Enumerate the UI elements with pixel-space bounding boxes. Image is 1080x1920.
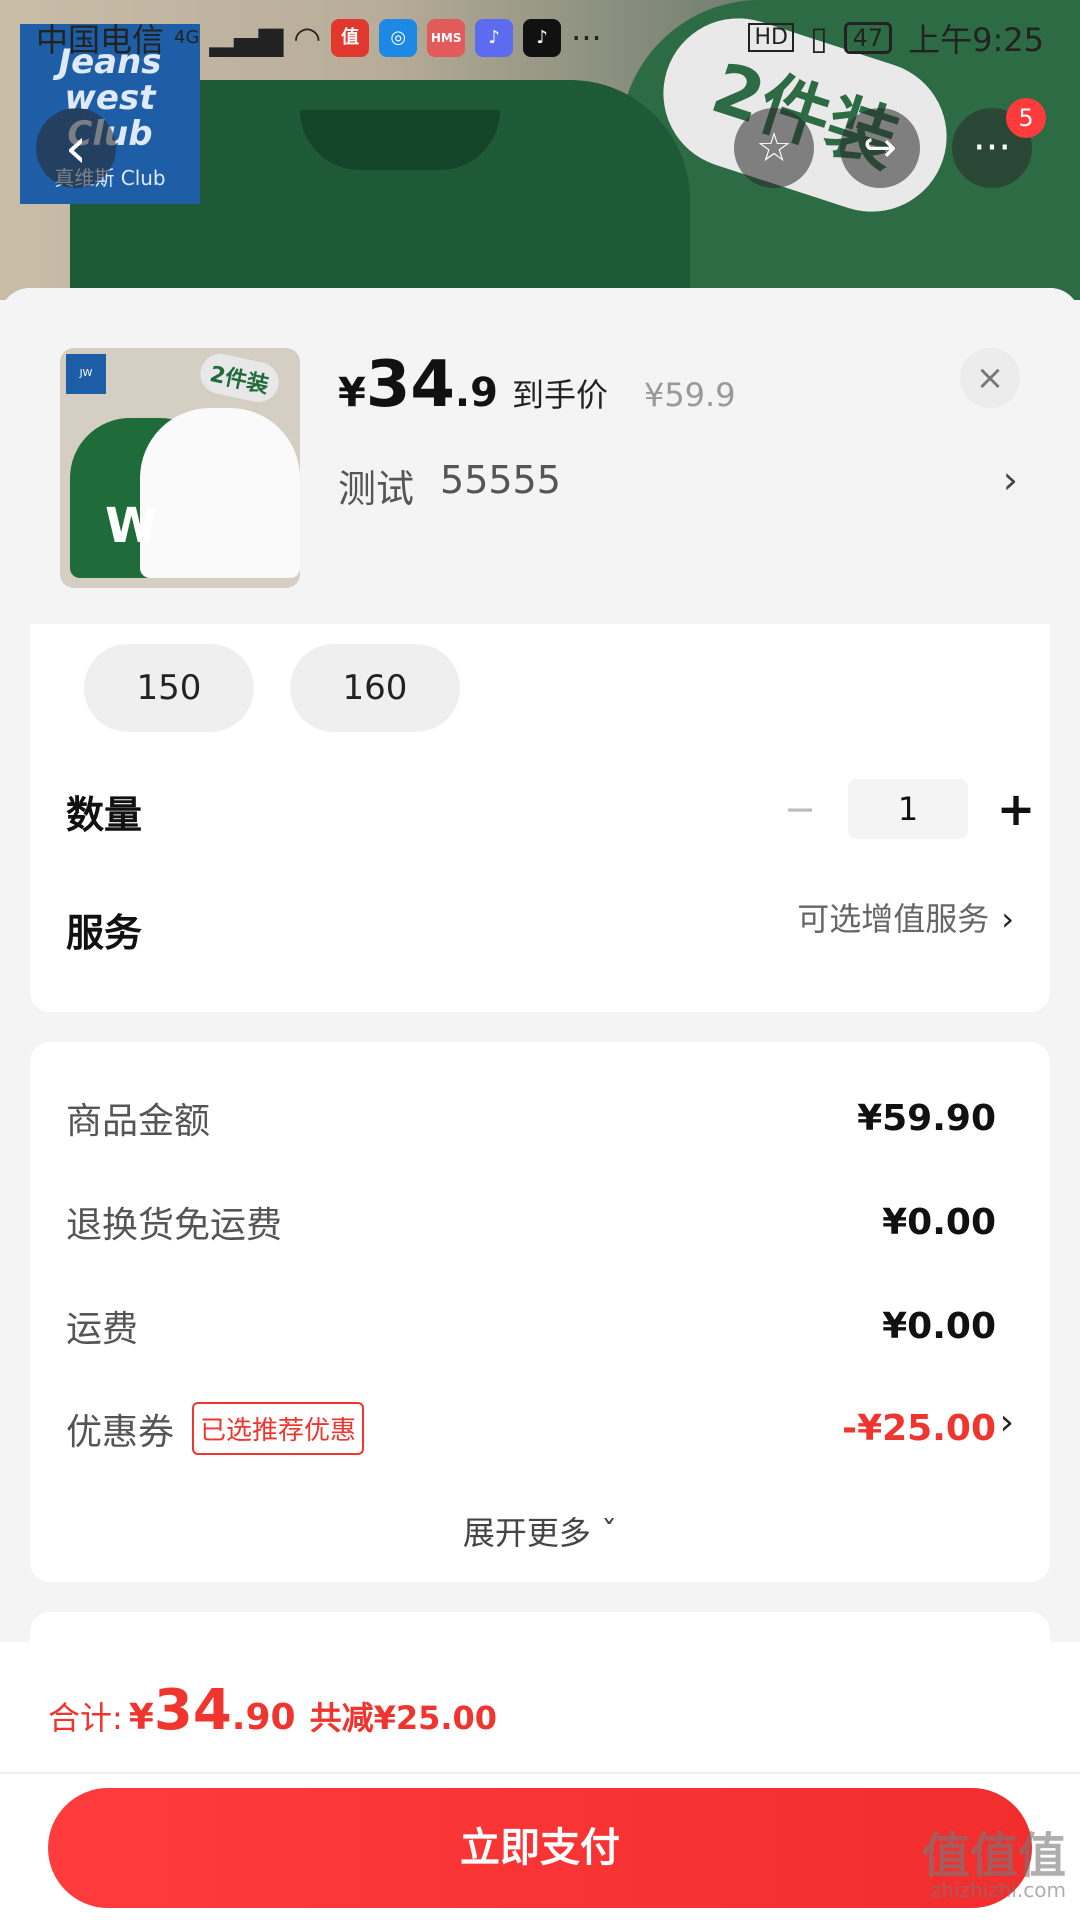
divider — [0, 1772, 1080, 1774]
shipping-row: 运费 ¥0.00 — [66, 1300, 996, 1352]
checkout-bar: 合计: ¥ 34 .90 共减¥25.00 立即支付 — [0, 1642, 1080, 1920]
banner-shirt-neck — [300, 110, 500, 170]
price-row: ¥ 34 .9 到手价 ¥59.9 — [338, 348, 736, 422]
watermark-main: 值值值 — [921, 1828, 1066, 1884]
more-notifications-icon: ··· — [571, 18, 602, 57]
price-decimal: .9 — [454, 370, 498, 416]
close-icon: × — [975, 358, 1005, 398]
price-breakdown-card: 商品金额 ¥59.90 退换货免运费 ¥0.00 运费 ¥0.00 优惠券 已选… — [30, 1042, 1050, 1582]
favorite-button[interactable]: ☆ — [734, 108, 814, 188]
chevron-right-icon[interactable]: › — [1000, 1402, 1014, 1443]
total-label: 合计: — [48, 1699, 123, 1737]
service-value: 可选增值服务 — [797, 900, 990, 938]
quantity-input[interactable]: 1 — [848, 779, 968, 839]
back-button[interactable]: ‹ — [36, 108, 116, 188]
price-integer: 34 — [365, 348, 455, 422]
watermark: 值值值 zhizhizhi.com — [922, 1832, 1066, 1900]
total-saved: 共减¥25.00 — [309, 1699, 498, 1737]
app-icon-tiktok: ♪ — [523, 18, 562, 57]
service-label: 服务 — [66, 911, 143, 955]
quantity-stepper: − 1 + — [770, 779, 1046, 839]
coupon-row[interactable]: 优惠券 已选推荐优惠 -¥25.00 — [66, 1402, 996, 1455]
options-card: 150 160 数量 − 1 + 服务 可选增值服务 › — [30, 624, 1050, 1012]
star-icon: ☆ — [756, 125, 792, 171]
more-icon: ··· — [972, 125, 1012, 171]
chevron-right-icon: › — [1001, 900, 1014, 938]
original-price: ¥59.9 — [643, 376, 736, 414]
chevron-down-icon: ˇ — [601, 1514, 618, 1552]
quantity-increase-button[interactable]: + — [986, 782, 1046, 836]
total-integer: 34 — [153, 1678, 232, 1743]
app-icon-zhi: 值 — [331, 18, 370, 57]
pay-now-button[interactable]: 立即支付 — [48, 1788, 1032, 1908]
coupon-recommended-tag: 已选推荐优惠 — [192, 1402, 365, 1455]
shipping-label: 运费 — [66, 1309, 139, 1350]
thumb-brand-logo: JW — [66, 354, 106, 394]
product-header: W JW 2件装 ¥ 34 .9 到手价 ¥59.9 × 测试 55555 › — [0, 288, 1080, 624]
back-icon: ‹ — [64, 115, 88, 181]
total-currency: ¥ — [128, 1697, 154, 1738]
watermark-sub: zhizhizhi.com — [930, 1878, 1066, 1902]
app-icon-music: ♪ — [475, 18, 514, 57]
size-option-150[interactable]: 150 — [84, 644, 254, 732]
vibrate-icon: ▯ — [809, 18, 828, 57]
service-selector[interactable]: 可选增值服务 › — [797, 894, 1014, 940]
coupon-label: 优惠券 — [66, 1411, 175, 1453]
app-icon-hms: HMS — [427, 18, 466, 57]
variant-value: 55555 — [440, 458, 561, 502]
total-price: 合计: ¥ 34 .90 共减¥25.00 — [48, 1678, 497, 1743]
goods-amount-value: ¥59.90 — [857, 1097, 996, 1139]
network-type: 4G — [174, 27, 200, 48]
quantity-decrease-button[interactable]: − — [770, 787, 830, 831]
goods-amount-label: 商品金额 — [66, 1101, 211, 1142]
thumb-letter: W — [105, 498, 158, 554]
signal-icon: ▂▄▆ — [209, 18, 284, 57]
notification-badge: 5 — [1006, 98, 1046, 138]
return-shipping-row: 退换货免运费 ¥0.00 — [66, 1196, 996, 1248]
quantity-label: 数量 — [66, 793, 143, 837]
battery-icon: 47 — [843, 21, 893, 54]
status-bar: 中国电信 4G ▂▄▆ ◠ 值 ◎ HMS ♪ ♪ ··· HD ▯ 47 上午… — [0, 0, 1080, 75]
share-icon: ↪ — [863, 125, 897, 171]
share-button[interactable]: ↪ — [840, 108, 920, 188]
thumb-pack-label: 2件装 — [196, 350, 283, 406]
return-shipping-value: ¥0.00 — [882, 1201, 996, 1243]
variant-name: 测试 — [338, 467, 415, 511]
shipping-value: ¥0.00 — [882, 1305, 996, 1347]
clock: 上午9:25 — [908, 20, 1044, 59]
selected-variant[interactable]: 测试 55555 › — [338, 458, 1018, 513]
wifi-icon: ◠ — [293, 18, 322, 57]
final-price-tag: 到手价 — [511, 376, 608, 414]
total-decimal: .90 — [231, 1697, 296, 1738]
carrier-name: 中国电信 — [36, 20, 165, 59]
expand-more-button[interactable]: 展开更多 ˇ — [30, 1508, 1050, 1554]
return-shipping-label: 退换货免运费 — [66, 1205, 283, 1246]
size-option-160[interactable]: 160 — [290, 644, 460, 732]
expand-more-label: 展开更多 — [462, 1514, 591, 1552]
price-currency: ¥ — [338, 370, 366, 416]
goods-amount-row: 商品金额 ¥59.90 — [66, 1092, 996, 1144]
thumb-white-shirt — [140, 408, 300, 578]
app-icon-browser: ◎ — [379, 18, 418, 57]
chevron-right-icon: › — [1002, 458, 1018, 502]
more-button[interactable]: ··· 5 — [952, 98, 1046, 188]
close-button[interactable]: × — [960, 348, 1020, 408]
coupon-value: -¥25.00 — [842, 1408, 996, 1449]
hd-icon: HD — [748, 23, 794, 52]
product-thumbnail[interactable]: W JW 2件装 — [60, 348, 300, 588]
